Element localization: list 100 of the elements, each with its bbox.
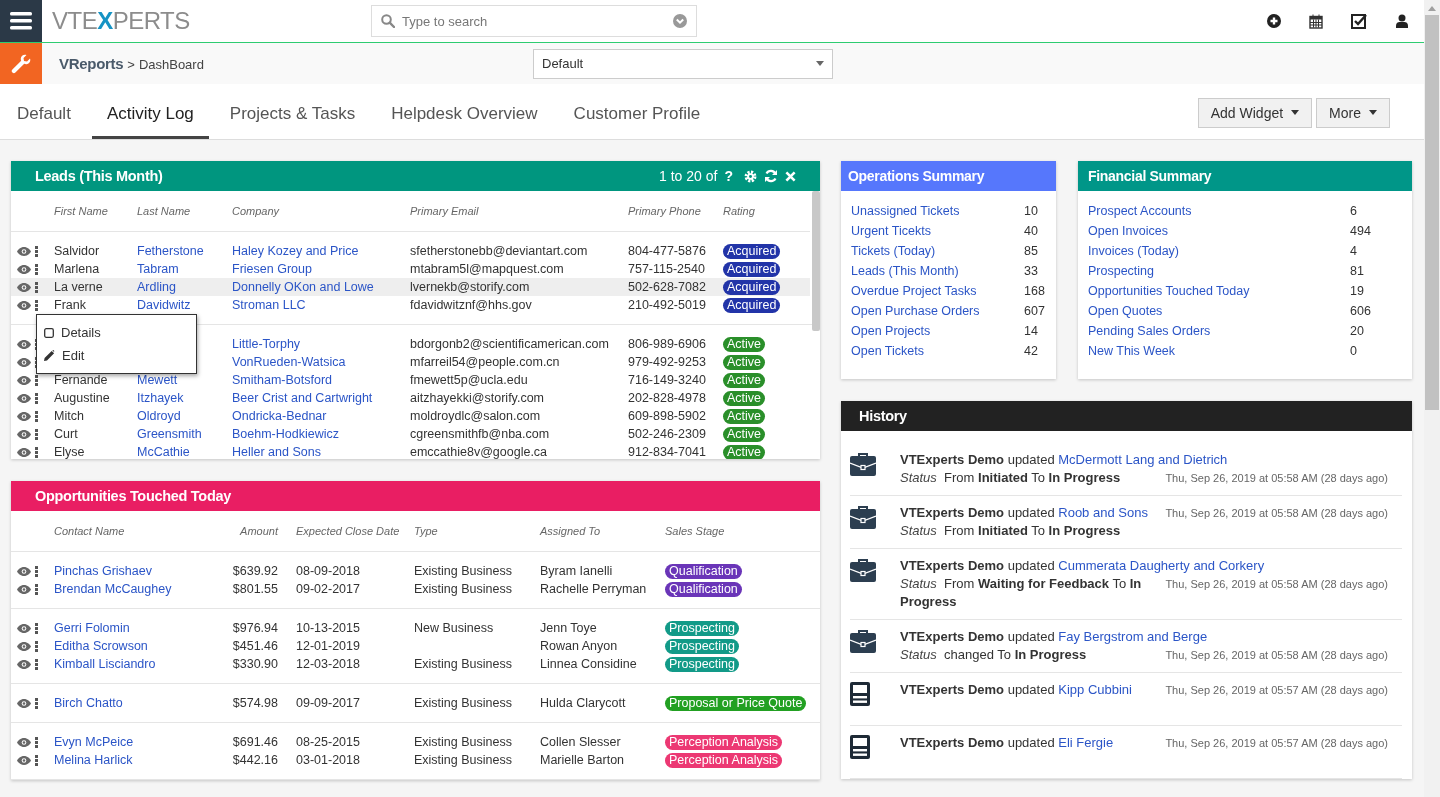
contact-link[interactable]: Kimball Lisciandro (54, 657, 156, 671)
record-link[interactable]: Itzhayek (137, 391, 184, 405)
dropdown-icon[interactable] (673, 14, 687, 28)
contact-link[interactable]: Melina Harlick (54, 753, 133, 767)
checkbox-icon[interactable] (1351, 12, 1368, 30)
summary-link[interactable]: Tickets (Today) (851, 244, 1024, 258)
record-link[interactable]: Oldroyd (137, 409, 181, 423)
add-icon[interactable] (1267, 14, 1281, 28)
contact-link[interactable]: Pinchas Grishaev (54, 564, 152, 578)
view-icon[interactable] (17, 375, 31, 385)
view-icon[interactable] (17, 282, 31, 292)
view-icon[interactable] (17, 264, 31, 274)
summary-link[interactable]: Invoices (Today) (1088, 244, 1350, 258)
view-icon[interactable] (17, 447, 31, 457)
contact-link[interactable]: Editha Scrowson (54, 639, 148, 653)
dashboard-tab[interactable]: Projects & Tasks (214, 104, 371, 139)
summary-link[interactable]: Pending Sales Orders (1088, 324, 1350, 338)
record-link[interactable]: Tabram (137, 262, 179, 276)
dropdown-button[interactable]: Add Widget (1197, 97, 1313, 128)
record-link[interactable]: Smitham-Botsford (232, 373, 333, 387)
record-link[interactable]: Davidwitz (137, 298, 191, 312)
record-link[interactable]: Kipp Cubbini (1058, 682, 1132, 697)
record-link[interactable]: Haley Kozey and Price (232, 244, 359, 258)
refresh-icon[interactable] (764, 169, 778, 183)
menu-item[interactable]: Details (37, 321, 196, 344)
dashboard-tab[interactable]: Customer Profile (558, 104, 716, 139)
view-icon[interactable] (17, 641, 31, 651)
view-icon[interactable] (17, 393, 31, 403)
record-link[interactable]: Ardling (137, 280, 176, 294)
summary-link[interactable]: Leads (This Month) (851, 264, 1024, 278)
record-link[interactable]: Heller and Sons (232, 445, 321, 459)
more-options-icon[interactable] (35, 754, 38, 766)
more-options-icon[interactable] (35, 263, 38, 275)
record-link[interactable]: McCathie (137, 445, 190, 459)
view-icon[interactable] (17, 300, 31, 310)
page-scrollbar[interactable] (1424, 0, 1440, 797)
contact-link[interactable]: Gerri Folomin (54, 621, 130, 635)
record-link[interactable]: Mewett (137, 373, 178, 387)
summary-link[interactable]: Overdue Project Tasks (851, 284, 1024, 298)
breadcrumb-link[interactable]: VReports (59, 55, 124, 72)
more-options-icon[interactable] (35, 410, 38, 422)
more-options-icon[interactable] (35, 736, 38, 748)
view-icon[interactable] (17, 429, 31, 439)
more-options-icon[interactable] (35, 392, 38, 404)
logo[interactable]: VTEXPERTS (52, 7, 190, 34)
summary-link[interactable]: Prospecting (1088, 264, 1350, 278)
more-options-icon[interactable] (35, 281, 38, 293)
record-link[interactable]: Beer Crist and Cartwright (232, 391, 373, 405)
record-link[interactable]: Greensmith (137, 427, 202, 441)
contact-link[interactable]: Birch Chatto (54, 696, 123, 710)
summary-link[interactable]: Open Tickets (851, 344, 1024, 358)
view-icon[interactable] (17, 659, 31, 669)
summary-link[interactable]: Opportunities Touched Today (1088, 284, 1350, 298)
more-options-icon[interactable] (35, 583, 38, 595)
contact-link[interactable]: Evyn McPeice (54, 735, 134, 749)
view-icon[interactable] (17, 339, 31, 349)
more-options-icon[interactable] (35, 428, 38, 440)
summary-link[interactable]: New This Week (1088, 344, 1350, 358)
calendar-icon[interactable] (1309, 13, 1323, 29)
record-link[interactable]: VonRueden-Watsica (232, 355, 346, 369)
more-options-icon[interactable] (35, 658, 38, 670)
record-link[interactable]: Fetherstone (137, 244, 204, 258)
dashboard-select[interactable]: Default (533, 48, 833, 79)
user-icon[interactable] (1396, 14, 1408, 28)
menu-item[interactable]: Edit (37, 344, 196, 367)
record-link[interactable]: Boehm-Hodkiewicz (232, 427, 339, 441)
more-options-icon[interactable] (35, 446, 38, 458)
dashboard-tab[interactable]: Helpdesk Overview (376, 104, 553, 139)
more-options-icon[interactable] (35, 697, 38, 709)
view-icon[interactable] (17, 411, 31, 421)
record-link[interactable]: Stroman LLC (232, 298, 306, 312)
record-link[interactable]: Eli Fergie (1058, 735, 1114, 750)
summary-link[interactable]: Unassigned Tickets (851, 204, 1024, 218)
view-icon[interactable] (17, 584, 31, 594)
total-count-button[interactable]: ? (724, 168, 733, 184)
summary-link[interactable]: Open Invoices (1088, 224, 1350, 238)
view-icon[interactable] (17, 246, 31, 256)
record-link[interactable]: Donnelly OKon and Lowe (232, 280, 374, 294)
more-options-icon[interactable] (35, 622, 38, 634)
dropdown-button[interactable]: More (1316, 97, 1390, 128)
record-link[interactable]: McDermott Lang and Dietrich (1058, 452, 1228, 467)
summary-link[interactable]: Open Purchase Orders (851, 304, 1024, 318)
summary-link[interactable]: Open Quotes (1088, 304, 1350, 318)
view-icon[interactable] (17, 623, 31, 633)
contact-link[interactable]: Brendan McCaughey (54, 582, 172, 596)
record-link[interactable]: Friesen Group (232, 262, 312, 276)
more-options-icon[interactable] (35, 640, 38, 652)
search-field[interactable]: Type to search (371, 5, 697, 37)
view-icon[interactable] (17, 755, 31, 765)
more-options-icon[interactable] (35, 374, 38, 386)
menu-button[interactable] (0, 0, 42, 42)
summary-link[interactable]: Prospect Accounts (1088, 204, 1350, 218)
record-link[interactable]: Cummerata Daugherty and Corkery (1058, 558, 1265, 573)
dashboard-tab[interactable]: Default (2, 104, 86, 139)
record-link[interactable]: Roob and Sons (1058, 505, 1148, 520)
more-options-icon[interactable] (35, 245, 38, 257)
record-link[interactable]: Little-Torphy (232, 337, 301, 351)
summary-link[interactable]: Open Projects (851, 324, 1024, 338)
record-link[interactable]: Fay Bergstrom and Berge (1058, 629, 1208, 644)
more-options-icon[interactable] (35, 299, 38, 311)
